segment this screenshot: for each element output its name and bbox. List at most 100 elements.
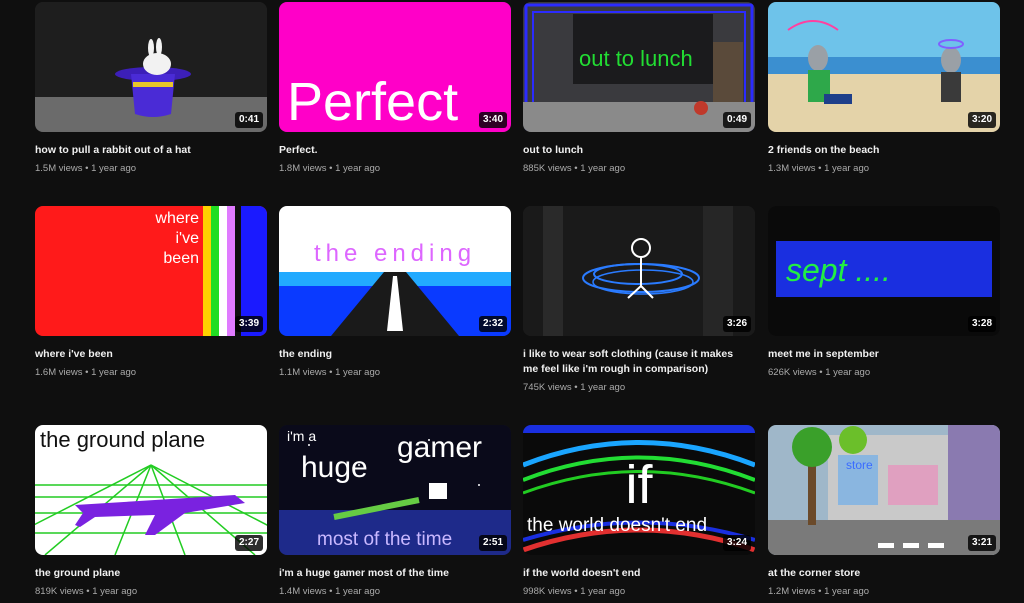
- view-count: 1.8M views: [279, 163, 327, 174]
- video-card[interactable]: the ending 2:32 the ending 1.1M views • …: [279, 206, 511, 379]
- video-thumbnail[interactable]: out to lunch 0:49: [523, 2, 755, 132]
- duration-badge: 2:27: [234, 535, 263, 551]
- video-title[interactable]: i like to wear soft clothing (cause it m…: [523, 347, 748, 377]
- meta-separator: •: [819, 367, 823, 378]
- video-meta: 1.2M views • 1 year ago: [768, 586, 1000, 598]
- meta-separator: •: [574, 382, 578, 393]
- video-title[interactable]: the ending: [279, 347, 504, 362]
- upload-age: 1 year ago: [580, 163, 626, 174]
- upload-age: 1 year ago: [335, 586, 381, 597]
- video-title[interactable]: if the world doesn't end: [523, 566, 748, 581]
- thumbnail-overlay-text: the world doesn't end: [527, 515, 707, 536]
- video-card[interactable]: 0:41 how to pull a rabbit out of a hat 1…: [35, 2, 267, 175]
- duration-badge: 2:51: [478, 535, 507, 551]
- video-meta: 1.4M views • 1 year ago: [279, 586, 511, 598]
- rabbit-hat-thumbnail-image: [35, 2, 267, 132]
- ground-plane-thumbnail-image: the ground plane: [35, 425, 267, 555]
- video-card[interactable]: sept .... 3:28 meet me in september 626K…: [768, 206, 1000, 379]
- view-count: 819K views: [35, 586, 84, 597]
- thumbnail-overlay-text: the ending: [314, 240, 476, 267]
- thumbnail-overlay-text: i'm a: [287, 428, 316, 444]
- video-meta: 745K views • 1 year ago: [523, 382, 755, 394]
- video-title[interactable]: where i've been: [35, 347, 260, 362]
- video-thumbnail[interactable]: 3:26: [523, 206, 755, 336]
- video-thumbnail[interactable]: the ground plane 2:27: [35, 425, 267, 555]
- video-thumbnail[interactable]: if the world doesn't end 3:24: [523, 425, 755, 555]
- thumbnail-overlay-text: store: [846, 458, 873, 472]
- video-card[interactable]: out to lunch 0:49 out to lunch 885K view…: [523, 2, 755, 175]
- video-title[interactable]: at the corner store: [768, 566, 993, 581]
- view-count: 1.2M views: [768, 586, 816, 597]
- meta-separator: •: [818, 586, 822, 597]
- the-ending-thumbnail-image: the ending: [279, 206, 511, 336]
- video-title[interactable]: 2 friends on the beach: [768, 143, 993, 158]
- meta-separator: •: [329, 367, 333, 378]
- video-meta: 1.3M views • 1 year ago: [768, 163, 1000, 175]
- meta-separator: •: [574, 163, 578, 174]
- video-card[interactable]: if the world doesn't end 3:24 if the wor…: [523, 425, 755, 598]
- view-count: 626K views: [768, 367, 817, 378]
- duration-badge: 2:32: [478, 316, 507, 332]
- upload-age: 1 year ago: [580, 382, 626, 393]
- thumbnail-overlay-text: if: [626, 455, 654, 515]
- video-title[interactable]: Perfect.: [279, 143, 504, 158]
- beach-thumbnail-image: [768, 2, 1000, 132]
- video-card[interactable]: Perfect 3:40 Perfect. 1.8M views • 1 yea…: [279, 2, 511, 175]
- video-meta: 885K views • 1 year ago: [523, 163, 755, 175]
- video-title[interactable]: out to lunch: [523, 143, 748, 158]
- thumbnail-overlay-text: Perfect: [287, 72, 458, 132]
- video-card[interactable]: i'm a huge gamer most of the time 2:51 i…: [279, 425, 511, 598]
- thumbnail-overlay-text: gamer: [397, 431, 482, 464]
- video-card[interactable]: 3:26 i like to wear soft clothing (cause…: [523, 206, 755, 394]
- video-title[interactable]: i'm a huge gamer most of the time: [279, 566, 504, 581]
- september-thumbnail-image: sept ....: [768, 206, 1000, 336]
- video-title[interactable]: how to pull a rabbit out of a hat: [35, 143, 260, 158]
- duration-badge: 3:26: [722, 316, 751, 332]
- view-count: 1.6M views: [35, 367, 83, 378]
- view-count: 1.3M views: [768, 163, 816, 174]
- video-card[interactable]: 3:20 2 friends on the beach 1.3M views •…: [768, 2, 1000, 175]
- video-thumbnail[interactable]: 0:41: [35, 2, 267, 132]
- duration-badge: 0:49: [722, 112, 751, 128]
- video-thumbnail[interactable]: 3:20: [768, 2, 1000, 132]
- thumbnail-overlay-text: been: [163, 250, 199, 267]
- meta-separator: •: [329, 586, 333, 597]
- video-title[interactable]: the ground plane: [35, 566, 260, 581]
- video-thumbnail[interactable]: i'm a huge gamer most of the time 2:51: [279, 425, 511, 555]
- where-ive-been-thumbnail-image: where i've been: [35, 206, 267, 336]
- video-thumbnail[interactable]: sept .... 3:28: [768, 206, 1000, 336]
- video-thumbnail[interactable]: Perfect 3:40: [279, 2, 511, 132]
- meta-separator: •: [85, 367, 89, 378]
- duration-badge: 3:20: [967, 112, 996, 128]
- thumbnail-overlay-text: huge: [301, 451, 368, 484]
- huge-gamer-thumbnail-image: i'm a huge gamer most of the time: [279, 425, 511, 555]
- video-thumbnail[interactable]: the ending 2:32: [279, 206, 511, 336]
- video-meta: 1.1M views • 1 year ago: [279, 367, 511, 379]
- video-card[interactable]: where i've been 3:39 where i've been 1.6…: [35, 206, 267, 379]
- view-count: 998K views: [523, 586, 572, 597]
- video-meta: 998K views • 1 year ago: [523, 586, 755, 598]
- video-grid: 0:41 how to pull a rabbit out of a hat 1…: [0, 0, 1024, 603]
- video-card[interactable]: store 3:21 at the corner store 1.2M view…: [768, 425, 1000, 598]
- view-count: 1.4M views: [279, 586, 327, 597]
- video-meta: 1.8M views • 1 year ago: [279, 163, 511, 175]
- duration-badge: 3:40: [478, 112, 507, 128]
- thumbnail-overlay-text: i've: [175, 230, 199, 247]
- meta-separator: •: [85, 163, 89, 174]
- view-count: 1.1M views: [279, 367, 327, 378]
- video-title[interactable]: meet me in september: [768, 347, 993, 362]
- video-meta: 1.6M views • 1 year ago: [35, 367, 267, 379]
- video-thumbnail[interactable]: store 3:21: [768, 425, 1000, 555]
- meta-separator: •: [574, 586, 578, 597]
- view-count: 1.5M views: [35, 163, 83, 174]
- world-doesnt-end-thumbnail-image: if the world doesn't end: [523, 425, 755, 555]
- video-meta: 626K views • 1 year ago: [768, 367, 1000, 379]
- out-to-lunch-thumbnail-image: out to lunch: [523, 2, 755, 132]
- view-count: 885K views: [523, 163, 572, 174]
- meta-separator: •: [329, 163, 333, 174]
- video-card[interactable]: the ground plane 2:27 the ground plane 8…: [35, 425, 267, 598]
- thumbnail-overlay-text: sept ....: [786, 252, 891, 288]
- corner-store-thumbnail-image: store: [768, 425, 1000, 555]
- video-thumbnail[interactable]: where i've been 3:39: [35, 206, 267, 336]
- meta-separator: •: [818, 163, 822, 174]
